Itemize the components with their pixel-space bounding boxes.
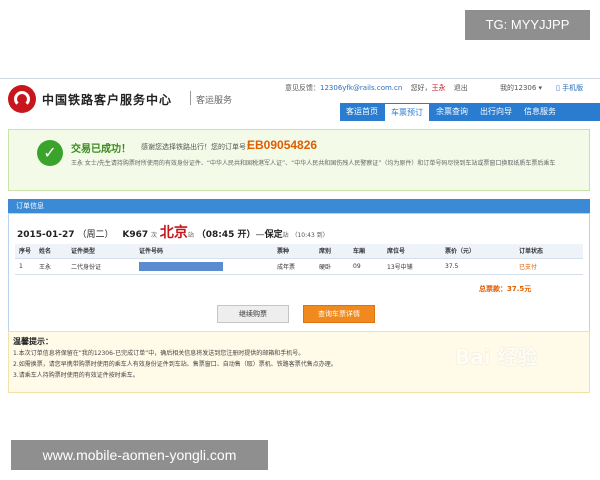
- trip-summary: 2015-01-27 （周二） K967 次 北京站 （08:45 开）—保定站…: [17, 225, 329, 241]
- order-info-panel: 2015-01-27 （周二） K967 次 北京站 （08:45 开）—保定站…: [8, 213, 590, 337]
- watermark-top: TG: MYYJJPP: [465, 10, 590, 40]
- list-item: 1.本次订单信息将保留在“我的12306-已完成订单”中，确后相关信息将发送到您…: [13, 350, 305, 357]
- success-title: 交易已成功！: [71, 144, 131, 155]
- tab-home[interactable]: 客运首页: [340, 103, 384, 121]
- train-number: K967: [122, 230, 149, 240]
- top-bar: 意见反馈：12306yfk@rails.com.cn 您好，王永 退出 我的12…: [285, 83, 542, 93]
- cell-id-type: 二代身份证: [67, 258, 135, 275]
- brand-subtitle: 客运服务: [196, 96, 233, 106]
- tab-ticket-query[interactable]: 余票查询: [430, 103, 474, 121]
- ticket-table-header: 序号 姓名 证件类型 证件号码 票种 席别 车厢 席位号 票价（元） 订单状态: [15, 244, 583, 259]
- brand-divider: [190, 91, 191, 105]
- cell-id-number: [135, 258, 273, 275]
- train-suffix: 次: [150, 232, 157, 239]
- success-thanks: 感谢您选择铁路出行！您的订单号：: [141, 143, 253, 151]
- ticket-table: 序号 姓名 证件类型 证件号码 票种 席别 车厢 席位号 票价（元） 订单状态 …: [15, 244, 583, 275]
- col-id-number: 证件号码: [135, 244, 273, 259]
- tab-info-service[interactable]: 信息服务: [518, 103, 562, 121]
- departure-suffix: 站: [187, 232, 194, 239]
- page-frame: 中国铁路客户服务中心 客运服务 意见反馈：12306yfk@rails.com.…: [0, 78, 600, 398]
- my12306-menu[interactable]: 我的12306 ▾: [500, 84, 542, 92]
- col-no: 序号: [15, 244, 35, 259]
- col-price: 票价（元）: [441, 244, 515, 259]
- table-row: 1 王永 二代身份证 成年票 硬卧 09 13号中铺 37.5 已支付: [15, 258, 583, 275]
- feedback-label: 意见反馈：: [285, 84, 320, 92]
- arrival-suffix: 站: [282, 232, 289, 239]
- continue-booking-button[interactable]: 继续购票: [217, 305, 289, 323]
- watermark-bottom: www.mobile-aomen-yongli.com: [11, 440, 268, 470]
- col-ticket-type: 票种: [273, 244, 315, 259]
- mobile-version-link[interactable]: ▯ 手机版: [556, 83, 583, 93]
- query-ticket-details-button[interactable]: 查询车票详情: [303, 305, 375, 323]
- cell-car: 09: [349, 258, 383, 275]
- main-nav: 客运首页 车票预订 余票查询 出行向导 信息服务: [340, 103, 600, 121]
- feedback-email-link[interactable]: 12306yfk@rails.com.cn: [320, 84, 402, 92]
- cell-no: 1: [15, 258, 35, 275]
- cell-price: 37.5: [441, 258, 515, 275]
- col-id-type: 证件类型: [67, 244, 135, 259]
- order-number: EB09054826: [247, 138, 318, 152]
- cell-name: 王永: [35, 258, 67, 275]
- site-header: 中国铁路客户服务中心 客运服务 意见反馈：12306yfk@rails.com.…: [0, 79, 600, 121]
- col-status: 订单状态: [515, 244, 583, 259]
- trip-weekday: （周二）: [77, 230, 114, 240]
- total-label: 总票款：: [479, 285, 507, 293]
- railway-logo-icon[interactable]: [8, 85, 36, 113]
- col-seat: 席位号: [383, 244, 441, 259]
- departure-time: （08:45 开）: [196, 230, 256, 240]
- tips-list: 1.本次订单信息将保留在“我的12306-已完成订单”中，确后相关信息将发送到您…: [13, 348, 337, 381]
- list-item: 3.请乘车人持购票时使用的有效证件按时乘车。: [13, 372, 139, 379]
- greeting-text: 您好，: [410, 84, 432, 92]
- trip-date: 2015-01-27: [17, 230, 75, 240]
- cell-seat-class: 硬卧: [315, 258, 349, 275]
- cell-seat: 13号中铺: [383, 258, 441, 275]
- success-panel: ✓ 交易已成功！ 感谢您选择铁路出行！您的订单号： EB09054826 王永 …: [8, 129, 590, 191]
- logout-link[interactable]: 退出: [454, 84, 468, 92]
- total-value: 37.5元: [507, 285, 532, 293]
- col-name: 姓名: [35, 244, 67, 259]
- tips-title: 温馨提示：: [13, 337, 53, 346]
- departure-station: 北京: [159, 225, 188, 241]
- cell-status: 已支付: [515, 258, 583, 275]
- user-name-link[interactable]: 王永: [432, 84, 446, 92]
- arrival-station: 保定: [264, 230, 283, 240]
- list-item: 2.如需换票，请您早携带购票时使用的乘车人有效身份证件到车站、售票窗口、自动售（…: [13, 361, 337, 368]
- tab-travel-guide[interactable]: 出行向导: [474, 103, 518, 121]
- arrival-time: （10:43 到）: [291, 232, 329, 239]
- id-number-redacted: [139, 261, 223, 271]
- order-info-header: 订单信息: [8, 199, 590, 213]
- total-amount: 总票款：37.5元: [479, 284, 531, 294]
- success-note: 王永 女士/先生请持购票时所使用的有效身份证件、“中华人民共和国税港军人证”、“…: [71, 160, 556, 167]
- baidu-watermark: Bai 经验: [455, 345, 538, 369]
- brand-title: 中国铁路客户服务中心: [42, 93, 173, 107]
- success-check-icon: ✓: [37, 140, 63, 166]
- mobile-version-label: 手机版: [562, 84, 584, 92]
- col-seat-class: 席别: [315, 244, 349, 259]
- cell-ticket-type: 成年票: [273, 258, 315, 275]
- tab-booking[interactable]: 车票预订: [384, 103, 430, 121]
- col-car: 车厢: [349, 244, 383, 259]
